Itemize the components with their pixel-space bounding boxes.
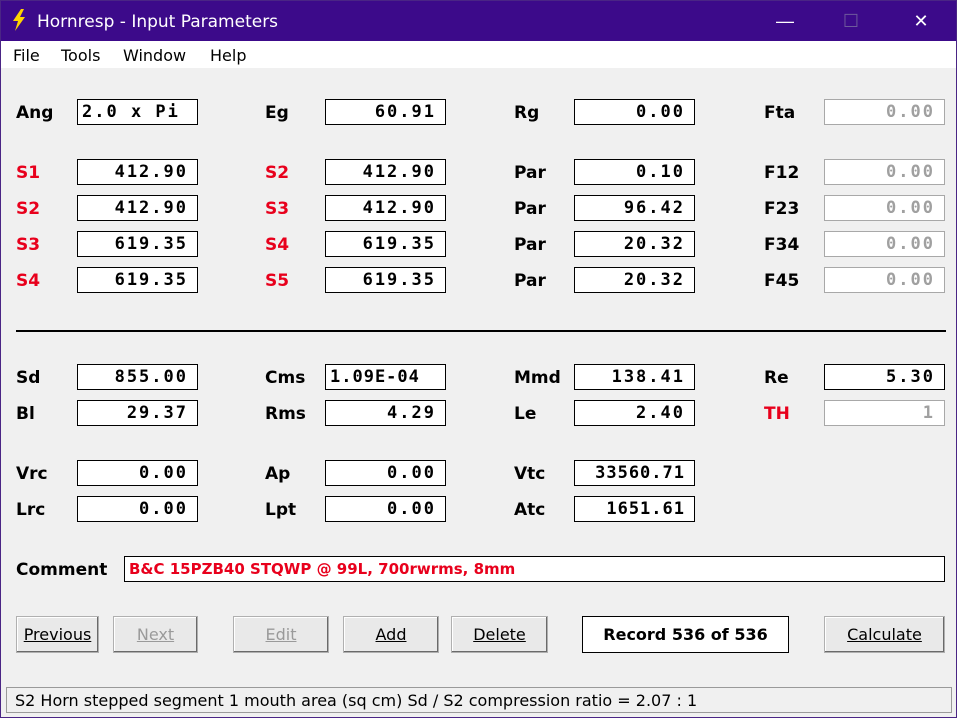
comment-label: Comment [16,560,108,580]
rms-label: Rms [265,404,306,424]
window-title: Hornresp - Input Parameters [37,12,279,32]
input-parameters-window: Hornresp - Input Parameters — ☐ ✕ File T… [0,0,957,718]
s2-label: S2 [265,163,290,183]
vrc-label: Vrc [16,464,48,484]
edit-button[interactable]: Edit [233,616,329,653]
status-bar: S2 Horn stepped segment 1 mouth area (sq… [6,687,952,713]
f45-label: F45 [764,271,800,291]
lpt-label: Lpt [265,500,297,520]
par-label: Par [514,199,546,219]
s4-field[interactable]: 619.35 [325,231,446,257]
title-bar[interactable]: Hornresp - Input Parameters — ☐ ✕ [1,1,956,41]
menu-tools[interactable]: Tools [61,46,100,65]
s4-label: S4 [16,271,41,291]
cms-label: Cms [265,368,306,388]
s3-field[interactable]: 619.35 [77,231,198,257]
lrc-label: Lrc [16,500,46,520]
sd-label: Sd [16,368,41,388]
fta-field[interactable]: 0.00 [824,99,945,125]
maximize-button[interactable]: ☐ [828,1,874,41]
s3-label: S3 [265,199,290,219]
s3-label: S3 [16,235,41,255]
le-label: Le [514,404,537,424]
ang-field[interactable]: 2.0 x Pi [77,99,198,125]
th-label: TH [764,404,790,424]
s5-label: S5 [265,271,290,291]
sd-field[interactable]: 855.00 [77,364,198,390]
s1-field[interactable]: 412.90 [77,159,198,185]
s2-field[interactable]: 412.90 [325,159,446,185]
vtc-field[interactable]: 33560.71 [574,460,695,486]
re-label: Re [764,368,789,388]
menu-file[interactable]: File [13,46,40,65]
minimize-button[interactable]: — [762,1,808,41]
s5-field[interactable]: 619.35 [325,267,446,293]
vrc-field[interactable]: 0.00 [77,460,198,486]
cms-field[interactable]: 1.09E-04 [325,364,446,390]
mmd-field[interactable]: 138.41 [574,364,695,390]
lightning-icon [13,9,25,31]
rg-label: Rg [514,103,540,123]
s2-label: S2 [16,199,41,219]
menu-bar: File Tools Window Help [1,41,956,68]
menu-help[interactable]: Help [210,46,246,65]
par-label: Par [514,235,546,255]
mmd-label: Mmd [514,368,561,388]
lrc-field[interactable]: 0.00 [77,496,198,522]
ang-label: Ang [16,103,54,123]
record-indicator: Record 536 of 536 [582,616,789,653]
atc-field[interactable]: 1651.61 [574,496,695,522]
par-label: Par [514,163,546,183]
delete-button[interactable]: Delete [451,616,548,653]
s4-label: S4 [265,235,290,255]
s4-field[interactable]: 619.35 [77,267,198,293]
eg-label: Eg [265,103,289,123]
s1-label: S1 [16,163,41,183]
close-button[interactable]: ✕ [898,1,944,41]
f12-label: F12 [764,163,800,183]
status-text: S2 Horn stepped segment 1 mouth area (sq… [15,691,698,710]
ap-label: Ap [265,464,291,484]
eg-field[interactable]: 60.91 [325,99,446,125]
previous-button[interactable]: Previous [16,616,99,653]
lpt-field[interactable]: 0.00 [325,496,446,522]
par-field[interactable]: 0.10 [574,159,695,185]
f12-field[interactable]: 0.00 [824,159,945,185]
rg-field[interactable]: 0.00 [574,99,695,125]
fta-label: Fta [764,103,796,123]
par-field[interactable]: 96.42 [574,195,695,221]
comment-field[interactable]: B&C 15PZB40 STQWP @ 99L, 700rwrms, 8mm [124,556,945,582]
vtc-label: Vtc [514,464,546,484]
par-field[interactable]: 20.32 [574,231,695,257]
calculate-button[interactable]: Calculate [824,616,945,653]
bl-field[interactable]: 29.37 [77,400,198,426]
par-label: Par [514,271,546,291]
next-button[interactable]: Next [113,616,198,653]
th-field[interactable]: 1 [824,400,945,426]
menu-window[interactable]: Window [123,46,186,65]
par-field[interactable]: 20.32 [574,267,695,293]
f23-label: F23 [764,199,800,219]
f23-field[interactable]: 0.00 [824,195,945,221]
section-divider [16,330,946,332]
le-field[interactable]: 2.40 [574,400,695,426]
add-button[interactable]: Add [343,616,439,653]
ap-field[interactable]: 0.00 [325,460,446,486]
s3-field[interactable]: 412.90 [325,195,446,221]
parameters-form: Ang 2.0 x Pi Eg 60.91 Rg 0.00 Fta 0.00 S… [1,68,956,683]
s2-field[interactable]: 412.90 [77,195,198,221]
f45-field[interactable]: 0.00 [824,267,945,293]
rms-field[interactable]: 4.29 [325,400,446,426]
bl-label: Bl [16,404,35,424]
re-field[interactable]: 5.30 [824,364,945,390]
f34-label: F34 [764,235,800,255]
f34-field[interactable]: 0.00 [824,231,945,257]
atc-label: Atc [514,500,546,520]
